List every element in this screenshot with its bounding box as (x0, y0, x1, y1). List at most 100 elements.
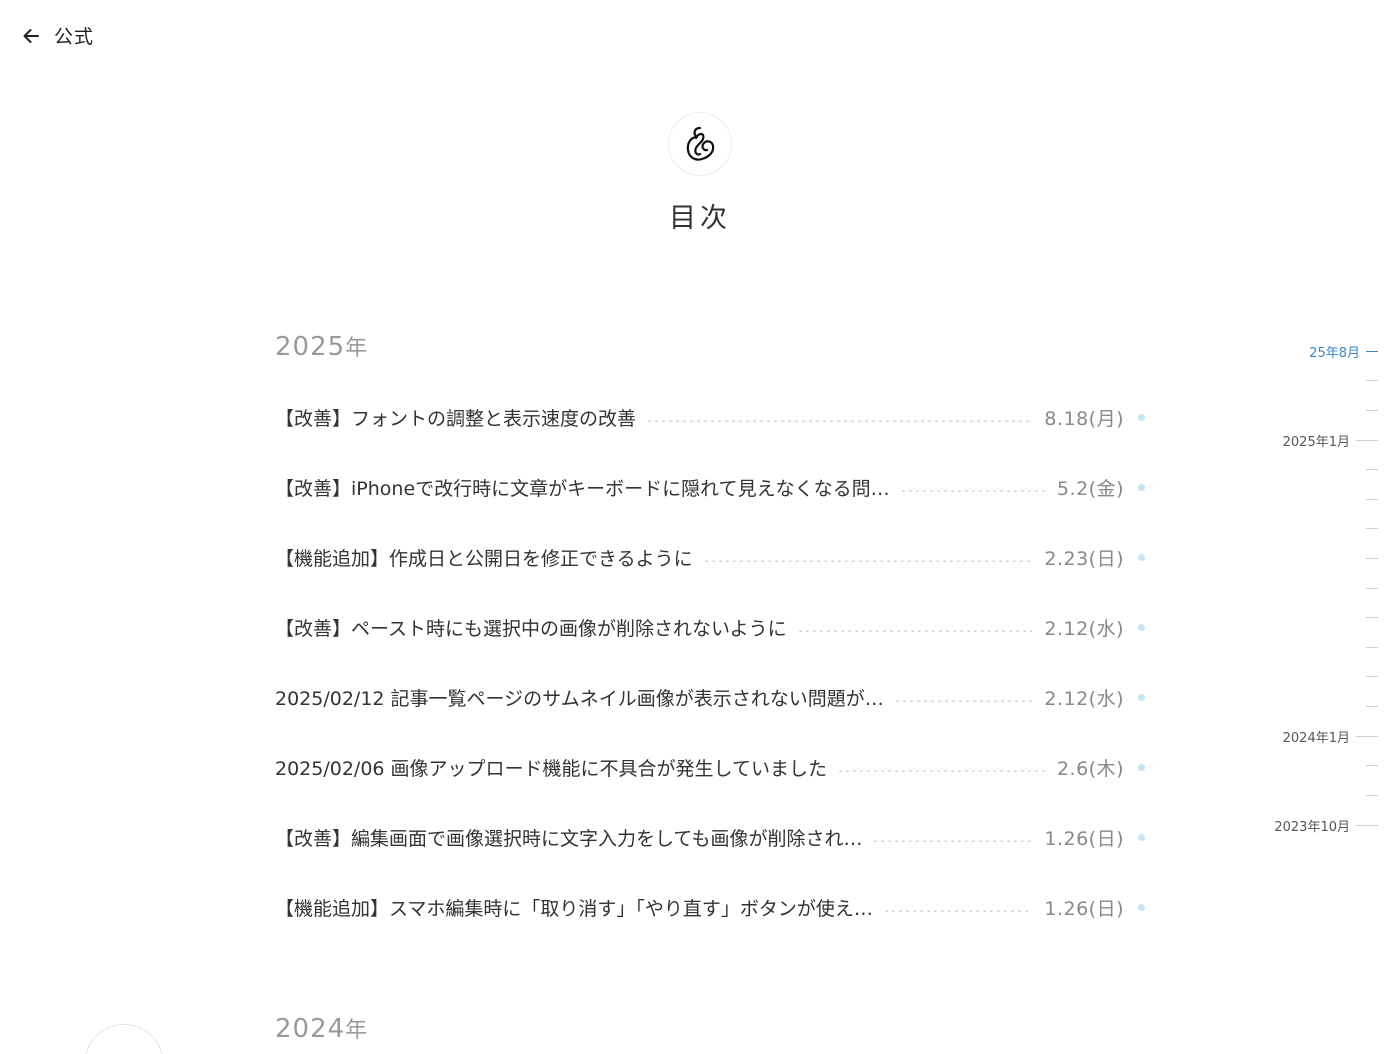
article-title: 【改善】編集画面で画像選択時に文字入力をしても画像が削除され… (275, 827, 863, 850)
article-list-2025: 【改善】フォントの調整と表示速度の改善 8.18(月) 【改善】iPhoneで改… (275, 382, 1145, 942)
timeline-item-2024-1[interactable]: 2024年1月 (1283, 726, 1378, 746)
timeline-tick-item[interactable] (1366, 666, 1378, 686)
status-dot-icon (1138, 833, 1145, 841)
timeline-tick (1356, 824, 1378, 826)
timeline-tick-item[interactable] (1366, 518, 1378, 538)
date-weekday: (日) (1088, 897, 1124, 920)
year-heading-2025: 2025年 (275, 330, 368, 362)
article-date: 2.12(水) (1044, 614, 1124, 641)
note-logo-icon (686, 126, 715, 161)
timeline-tick-item[interactable] (1366, 489, 1378, 509)
timeline-tick-item[interactable] (1366, 785, 1378, 805)
timeline-tick-item[interactable] (1366, 755, 1378, 775)
article-date: 1.26(日) (1044, 824, 1124, 851)
timeline-tick (1366, 794, 1378, 796)
creator-avatar[interactable] (668, 112, 732, 176)
article-date: 1.26(日) (1044, 894, 1124, 921)
timeline-tick (1366, 468, 1378, 470)
date-weekday: (水) (1088, 687, 1124, 710)
date-weekday: (月) (1088, 407, 1124, 430)
article-title: 【機能追加】作成日と公開日を修正できるように (275, 547, 693, 570)
date-weekday: (水) (1088, 617, 1124, 640)
floating-action-button[interactable] (84, 1024, 164, 1054)
timeline-tick-item[interactable] (1366, 696, 1378, 716)
timeline-tick (1356, 439, 1378, 441)
article-row[interactable]: 【改善】フォントの調整と表示速度の改善 8.18(月) (275, 382, 1145, 452)
timeline-tick (1366, 646, 1378, 648)
article-row[interactable]: 【改善】編集画面で画像選択時に文字入力をしても画像が削除され… 1.26(日) (275, 802, 1145, 872)
back-link[interactable]: 公式 (20, 22, 94, 49)
timeline-label: 2024年1月 (1282, 730, 1350, 746)
article-row[interactable]: 2025/02/12 記事一覧ページのサムネイル画像が表示されない問題が… 2.… (275, 662, 1145, 732)
timeline-tick (1366, 557, 1378, 559)
dot-leader (796, 630, 1033, 632)
timeline-item-2023-10[interactable]: 2023年10月 (1274, 815, 1378, 835)
status-dot-icon (1138, 693, 1145, 701)
article-title: 【改善】ペースト時にも選択中の画像が削除されないように (275, 617, 787, 640)
dot-leader (872, 840, 1033, 842)
status-dot-icon (1138, 763, 1145, 771)
status-dot-icon (1138, 413, 1145, 421)
date-value: 1.26 (1044, 827, 1089, 850)
timeline-label: 2023年10月 (1274, 819, 1350, 835)
dot-leader (899, 490, 1045, 492)
year-heading-2024: 2024年 (275, 1012, 368, 1044)
article-title: 【機能追加】スマホ編集時に「取り消す」「やり直す」ボタンが使え… (275, 897, 873, 920)
article-row[interactable]: 2025/02/06 画像アップロード機能に不具合が発生していました 2.6(木… (275, 732, 1145, 802)
timeline-tick-item[interactable] (1366, 548, 1378, 568)
date-value: 2.6 (1056, 757, 1089, 780)
article-row[interactable]: 【改善】iPhoneで改行時に文章がキーボードに隠れて見えなくなる問… 5.2(… (275, 452, 1145, 522)
dot-leader (836, 770, 1045, 772)
timeline-tick (1356, 735, 1378, 737)
toc-page: 公式 目次 2025年 【改善】フォントの調整と表示速度の改善 8.18(月) … (0, 0, 1400, 1054)
timeline-tick (1366, 764, 1378, 766)
article-title: 2025/02/06 画像アップロード機能に不具合が発生していました (275, 757, 827, 780)
timeline-tick (1366, 587, 1378, 589)
dot-leader (702, 560, 1033, 562)
date-value: 1.26 (1044, 897, 1089, 920)
article-date: 2.6(木) (1057, 754, 1124, 781)
timeline-item-25-8[interactable]: 25年8月 (1309, 341, 1378, 361)
date-value: 2.12 (1044, 617, 1089, 640)
date-weekday: (日) (1088, 547, 1124, 570)
date-value: 5.2 (1056, 477, 1089, 500)
status-dot-icon (1138, 483, 1145, 491)
date-weekday: (日) (1088, 827, 1124, 850)
status-dot-icon (1138, 623, 1145, 631)
back-label: 公式 (54, 26, 95, 48)
status-dot-icon (1138, 553, 1145, 561)
date-weekday: (金) (1088, 477, 1124, 500)
timeline-item-2025-1[interactable]: 2025年1月 (1283, 430, 1378, 450)
article-date: 5.2(金) (1057, 474, 1124, 501)
article-row[interactable]: 【機能追加】スマホ編集時に「取り消す」「やり直す」ボタンが使え… 1.26(日) (275, 872, 1145, 942)
status-dot-icon (1138, 903, 1145, 911)
timeline-tick-item[interactable] (1366, 578, 1378, 598)
timeline-tick (1366, 527, 1378, 529)
timeline-label: 2025年1月 (1282, 434, 1350, 450)
article-title: 【改善】iPhoneで改行時に文章がキーボードに隠れて見えなくなる問… (275, 477, 890, 500)
timeline-tick-item[interactable] (1366, 607, 1378, 627)
timeline-tick (1366, 379, 1378, 381)
page-title: 目次 (669, 203, 731, 234)
timeline-tick (1366, 705, 1378, 707)
timeline-tick (1366, 350, 1378, 352)
timeline-tick (1366, 498, 1378, 500)
year-number: 2025 (275, 332, 346, 362)
article-row[interactable]: 【改善】ペースト時にも選択中の画像が削除されないように 2.12(水) (275, 592, 1145, 662)
dot-leader (882, 910, 1033, 912)
article-row[interactable]: 【機能追加】作成日と公開日を修正できるように 2.23(日) (275, 522, 1145, 592)
year-number: 2024 (275, 1014, 346, 1044)
date-weekday: (木) (1088, 757, 1124, 780)
article-date: 2.23(日) (1044, 544, 1124, 571)
date-value: 2.12 (1044, 687, 1089, 710)
timeline-tick-item[interactable] (1366, 370, 1378, 390)
timeline-tick-item[interactable] (1366, 400, 1378, 420)
timeline-tick (1366, 409, 1378, 411)
arrow-left-icon (23, 28, 39, 43)
year-suffix: 年 (345, 1018, 369, 1043)
year-suffix: 年 (345, 336, 369, 361)
timeline-tick-item[interactable] (1366, 637, 1378, 657)
article-date: 2.12(水) (1044, 684, 1124, 711)
timeline-tick-item[interactable] (1366, 459, 1378, 479)
date-value: 8.18 (1044, 407, 1089, 430)
